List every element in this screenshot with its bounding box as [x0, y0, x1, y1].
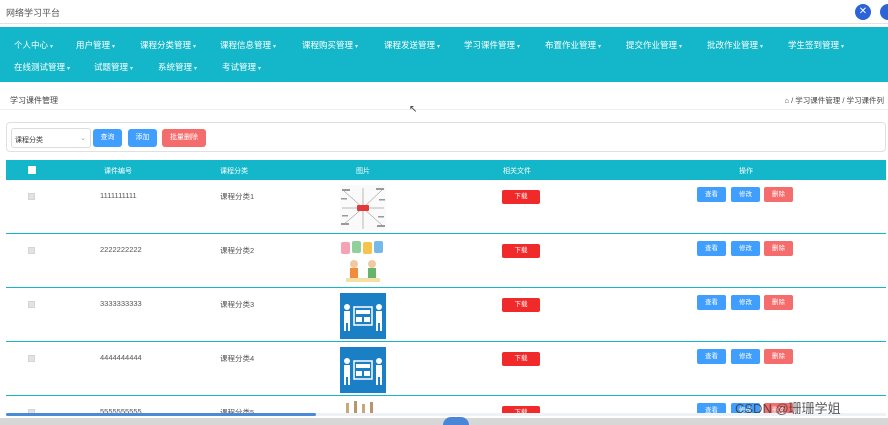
- edit-button[interactable]: 修改: [731, 187, 760, 202]
- nav-item-course-send[interactable]: 课程发送管理 ▾: [384, 39, 440, 51]
- download-button[interactable]: 下载: [502, 352, 540, 366]
- query-button[interactable]: 查询: [93, 129, 122, 147]
- header-category: 课程分类: [220, 168, 248, 175]
- row-checkbox[interactable]: [28, 301, 35, 308]
- header-code: 课件编号: [104, 168, 132, 175]
- cell-category: 课程分类4: [220, 354, 255, 363]
- watermark: CSDN @珊珊学姐: [735, 401, 841, 416]
- download-button[interactable]: 下载: [502, 298, 540, 312]
- chevron-down-icon: ▾: [598, 44, 602, 50]
- top-navigation: 个人中心 ▾ 用户管理 ▾ 课程分类管理 ▾ 课程信息管理 ▾ 课程购买管理 ▾ 课程发送…: [0, 27, 888, 82]
- edit-button[interactable]: 修改: [731, 295, 760, 310]
- chevron-down-icon: ▾: [130, 66, 134, 72]
- nav-item-courseware[interactable]: 学习课件管理 ▾: [464, 39, 520, 51]
- browser-icon[interactable]: [443, 417, 469, 425]
- chevron-down-icon: ▾: [67, 66, 71, 72]
- view-button[interactable]: 查看: [697, 295, 726, 310]
- breadcrumb-bar: 学习课件管理 ⌂ / 学习课件管理 / 学习课件列: [0, 88, 888, 110]
- chevron-down-icon: ▾: [50, 44, 54, 50]
- cell-code: 4444444444: [100, 353, 142, 362]
- table-row: 1111111111 课程分类1 下载 查看 修改 删除: [6, 181, 886, 234]
- view-button[interactable]: 查看: [697, 187, 726, 202]
- edit-button[interactable]: 修改: [731, 349, 760, 364]
- row-checkbox[interactable]: [28, 355, 35, 362]
- nav-item-personal-center[interactable]: 个人中心 ▾: [14, 39, 53, 51]
- nav-item-student-signin[interactable]: 学生签到管理 ▾: [788, 39, 844, 51]
- app-title: 网络学习平台: [6, 8, 61, 18]
- window-control-icon[interactable]: [880, 4, 888, 20]
- nav-item-course-purchase[interactable]: 课程购买管理 ▾: [302, 39, 358, 51]
- cell-code: 3333333333: [100, 299, 142, 308]
- cell-category: 课程分类3: [220, 300, 255, 309]
- cell-category: 课程分类1: [220, 192, 255, 201]
- nav-item-course-category[interactable]: 课程分类管理 ▾: [140, 39, 196, 51]
- select-all-checkbox[interactable]: [28, 166, 36, 174]
- view-button[interactable]: 查看: [697, 349, 726, 364]
- nav-item-user-management[interactable]: 用户管理 ▾: [76, 39, 115, 51]
- chevron-down-icon: ▾: [258, 66, 262, 72]
- breadcrumb[interactable]: ⌂ / 学习课件管理 / 学习课件列: [784, 95, 884, 106]
- table-header: 课件编号 课程分类 图片 相关文件 操作: [6, 160, 886, 180]
- delete-button[interactable]: 删除: [764, 241, 793, 256]
- search-panel: 课程分类 ⌄ 查询 添加 批量删除: [6, 122, 886, 152]
- chevron-down-icon: ▾: [437, 44, 441, 50]
- window-titlebar: 网络学习平台 ✕: [0, 0, 888, 24]
- mouse-cursor-icon: ↖: [409, 104, 418, 115]
- chevron-down-icon: ▾: [517, 44, 521, 50]
- header-actions: 操作: [739, 168, 753, 175]
- nav-item-course-info[interactable]: 课程信息管理 ▾: [220, 39, 276, 51]
- delete-button[interactable]: 删除: [764, 349, 793, 364]
- download-button[interactable]: 下载: [502, 190, 540, 204]
- add-button[interactable]: 添加: [128, 129, 157, 147]
- chevron-down-icon: ▾: [194, 66, 198, 72]
- mindmap-thumbnail: [340, 185, 386, 231]
- english-sign-thumbnail: [340, 293, 386, 339]
- header-image: 图片: [356, 168, 370, 175]
- page-title: 学习课件管理: [10, 96, 58, 105]
- row-checkbox[interactable]: [28, 247, 35, 254]
- nav-item-question-bank[interactable]: 试题管理 ▾: [94, 61, 133, 73]
- chevron-down-icon: ▾: [841, 44, 845, 50]
- table-row: 2222222222 课程分类2 下载 查看 修改 删除: [6, 235, 886, 288]
- chevron-down-icon: ▾: [112, 44, 116, 50]
- nav-item-assign-homework[interactable]: 布置作业管理 ▾: [545, 39, 601, 51]
- nav-item-submit-homework[interactable]: 提交作业管理 ▾: [626, 39, 682, 51]
- chevron-down-icon: ▾: [193, 44, 197, 50]
- scrollbar-thumb[interactable]: [6, 413, 316, 416]
- view-button[interactable]: 查看: [697, 241, 726, 256]
- english-sign-thumbnail: [340, 347, 386, 393]
- nav-item-grade-homework[interactable]: 批改作业管理 ▾: [707, 39, 763, 51]
- chevron-down-icon: ⌄: [80, 135, 86, 142]
- batch-delete-button[interactable]: 批量删除: [162, 129, 206, 147]
- chevron-down-icon: ▾: [273, 44, 277, 50]
- chevron-down-icon: ▾: [355, 44, 359, 50]
- alphabet-kids-thumbnail: [340, 239, 386, 285]
- nav-item-online-test[interactable]: 在线测试管理 ▾: [14, 61, 70, 73]
- nav-item-system[interactable]: 系统管理 ▾: [158, 61, 197, 73]
- header-file: 相关文件: [503, 168, 531, 175]
- delete-button[interactable]: 删除: [764, 295, 793, 310]
- table-row: 3333333333 课程分类3 下载 查看 修改 删除: [6, 289, 886, 342]
- cell-code: 2222222222: [100, 245, 142, 254]
- cell-category: 课程分类2: [220, 246, 255, 255]
- close-icon[interactable]: ✕: [855, 4, 871, 20]
- category-select-placeholder: 课程分类: [15, 137, 43, 144]
- row-checkbox[interactable]: [28, 193, 35, 200]
- download-button[interactable]: 下载: [502, 244, 540, 258]
- chevron-down-icon: ▾: [679, 44, 683, 50]
- nav-item-exam[interactable]: 考试管理 ▾: [222, 61, 261, 73]
- chevron-down-icon: ▾: [760, 44, 764, 50]
- cell-code: 1111111111: [100, 191, 137, 200]
- category-select[interactable]: 课程分类 ⌄: [11, 128, 91, 148]
- edit-button[interactable]: 修改: [731, 241, 760, 256]
- table-row: 4444444444 课程分类4 下载 查看 修改 删除: [6, 343, 886, 396]
- delete-button[interactable]: 删除: [764, 187, 793, 202]
